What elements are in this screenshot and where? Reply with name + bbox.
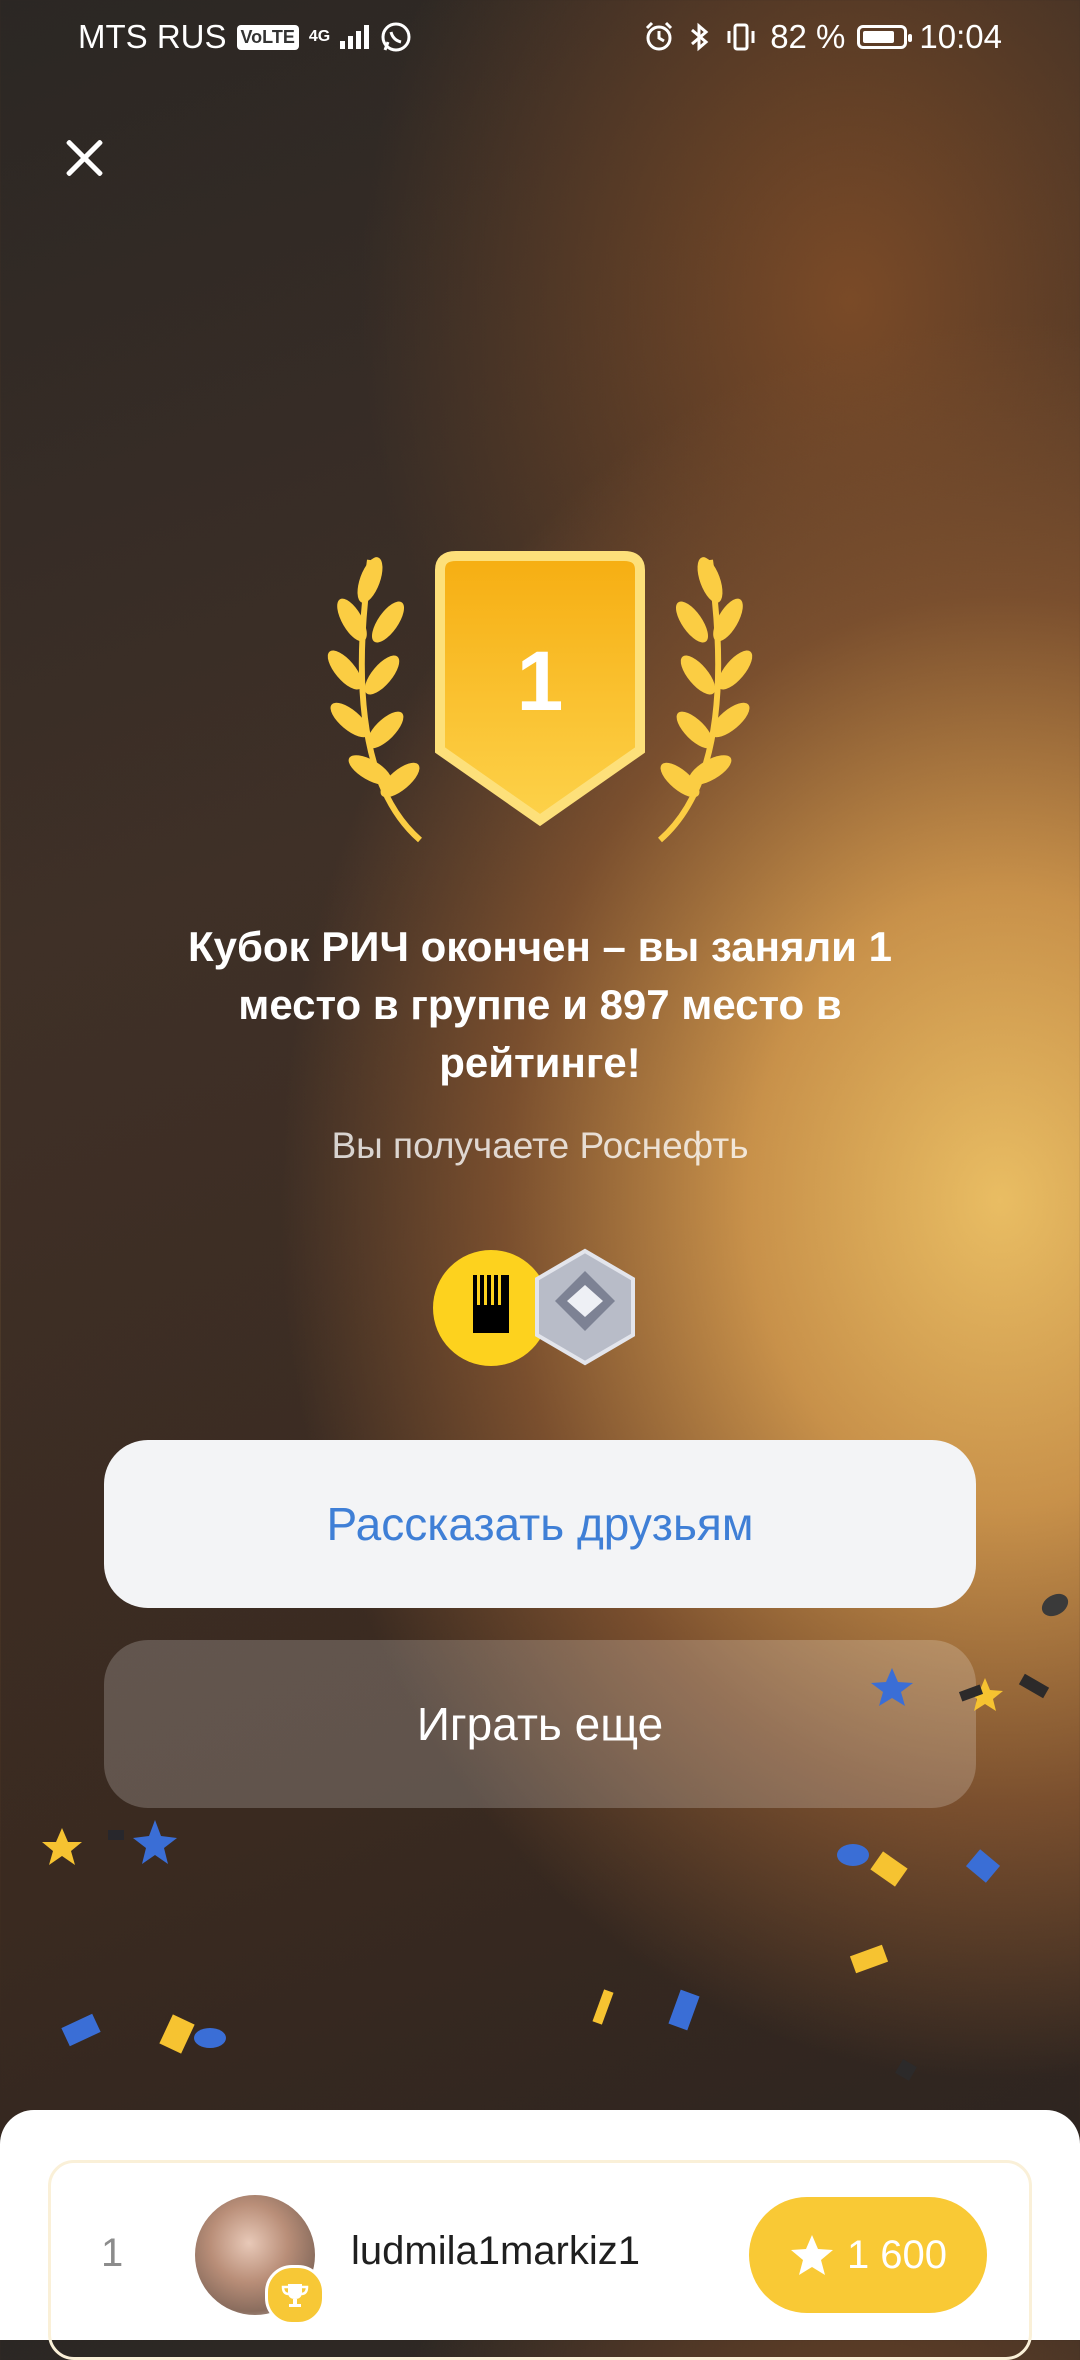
share-with-friends-button[interactable]: Рассказать друзьям [104, 1440, 976, 1608]
whatsapp-icon [381, 22, 411, 52]
leaderboard-row[interactable]: 1 ludmila1markiz1 1 600 [48, 2160, 1032, 2360]
rosneft-logo-icon [433, 1250, 549, 1366]
place-badge-trophy: 1 [327, 551, 753, 843]
left-laurel-icon [327, 557, 422, 843]
rewards [433, 1248, 635, 1366]
share-button-label: Рассказать друзьям [326, 1498, 754, 1550]
battery-fill [863, 31, 895, 43]
signal-icon [340, 25, 370, 49]
network-label: 4G [308, 28, 331, 45]
confetti-decoration [42, 1593, 1069, 2081]
right-laurel-icon [658, 557, 753, 843]
avatar [195, 2195, 325, 2325]
battery-icon [857, 25, 913, 49]
close-button[interactable] [56, 130, 112, 186]
status-right: 82 % 10:04 [642, 18, 1002, 56]
player-username: ludmila1markiz1 [351, 2229, 640, 2273]
leaderboard-sheet: 1 ludmila1markiz1 1 600 [0, 2110, 1080, 2360]
alarm-icon [646, 21, 673, 51]
bluetooth-icon [691, 22, 709, 52]
clock: 10:04 [919, 18, 1002, 55]
status-bar: MTS RUS VoLTE 4G 82 % 10:04 [0, 0, 1080, 74]
place-number: 1 [517, 634, 564, 728]
status-left: MTS RUS VoLTE 4G [78, 18, 413, 56]
result-title: Кубок РИЧ окончен – вы заняли 1 место в … [187, 923, 893, 1086]
player-rank: 1 [101, 2231, 124, 2275]
result-subtitle: Вы получаете Роснефть [331, 1125, 749, 1166]
battery-percent: 82 % [770, 18, 846, 55]
star-icon [790, 2235, 833, 2275]
trophy-badge-icon [265, 2265, 325, 2325]
volte-badge: VoLTE [236, 24, 299, 50]
player-score-badge[interactable]: 1 600 [749, 2197, 987, 2313]
player-score: 1 600 [846, 2232, 948, 2277]
play-again-button[interactable]: Играть еще [104, 1640, 976, 1808]
play-again-label: Играть еще [416, 1698, 664, 1750]
vibrate-icon [727, 23, 755, 51]
league-rank-icon [535, 1248, 635, 1366]
carrier-label: MTS RUS [78, 18, 227, 55]
